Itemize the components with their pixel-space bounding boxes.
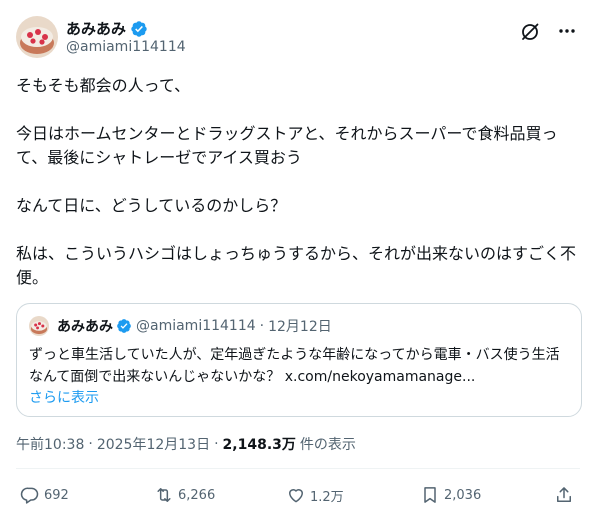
author-avatar[interactable] [16,16,58,58]
quoted-display-name: あみあみ [57,319,113,335]
action-bar: 692 6,266 1.2万 2,036 [16,484,580,508]
tweet-time[interactable]: 午前10:38 [16,434,84,454]
verified-badge-icon [131,20,147,37]
bookmark-button[interactable]: 2,036 [420,484,481,506]
quoted-tweet[interactable]: あみあみ @amiami114114 · 12月12日 ずっと車生活していた人が… [16,303,582,417]
quoted-header: あみあみ @amiami114114 · 12月12日 [57,316,332,336]
verified-badge-icon [117,319,131,333]
like-count: 1.2万 [310,489,344,505]
heart-icon [289,489,303,503]
reply-button[interactable]: 692 [20,484,69,506]
tweet-line: 私は、こういうハシゴはしょっちゅうするから、それが出来ないのはすごく不便。 [16,244,577,287]
tweet-line: そもそも都会の人って、 [16,76,191,95]
separator-dot: · [259,318,265,334]
divider [16,468,580,469]
retweet-icon [157,488,171,502]
tweet-line: 今日はホームセンターとドラッグストアと、それからスーパーで食料品買って、最後にシ… [16,124,558,167]
quoted-author-avatar [29,316,49,336]
like-button[interactable]: 1.2万 [286,484,344,506]
share-icon [557,487,571,502]
retweet-button[interactable]: 6,266 [154,484,215,506]
author-handle[interactable]: @amiami114114 [66,39,186,55]
tweet-header: あみあみ @amiami114114 [16,14,580,60]
tweet-line: なんて日に、どうしているのかしら？ [16,196,287,215]
quoted-text: ずっと車生活していた人が、定年過ぎたような年齢になってから電車・バス使う生活なん… [29,347,560,385]
retweet-count: 6,266 [178,487,216,503]
quoted-handle: @amiami114114 [136,318,256,334]
quoted-date: 12月12日 [268,319,332,335]
author-name-row: あみあみ [66,18,148,39]
view-count-label: 件の表示 [299,437,356,453]
reply-icon [20,487,39,504]
tweet-meta: 午前10:38 · 2025年12月13日 · 2,148.3万 件の表示 [16,434,356,454]
more-icon[interactable] [556,20,578,42]
bookmark-count: 2,036 [444,487,482,503]
bookmark-icon [424,487,436,503]
separator-dot: · [214,436,219,452]
view-count: 2,148.3万 [222,437,296,453]
tweet-date[interactable]: 2025年12月13日 [97,434,210,454]
reply-count: 692 [44,487,69,503]
tweet-text: そもそも都会の人って、 今日はホームセンターとドラッグストアと、それからスーパー… [16,74,582,290]
author-display-name[interactable]: あみあみ [66,18,126,39]
share-button[interactable] [554,484,578,506]
show-more-link[interactable]: さらに表示 [29,387,99,407]
grok-icon[interactable] [520,22,540,42]
separator-dot: · [88,436,93,452]
